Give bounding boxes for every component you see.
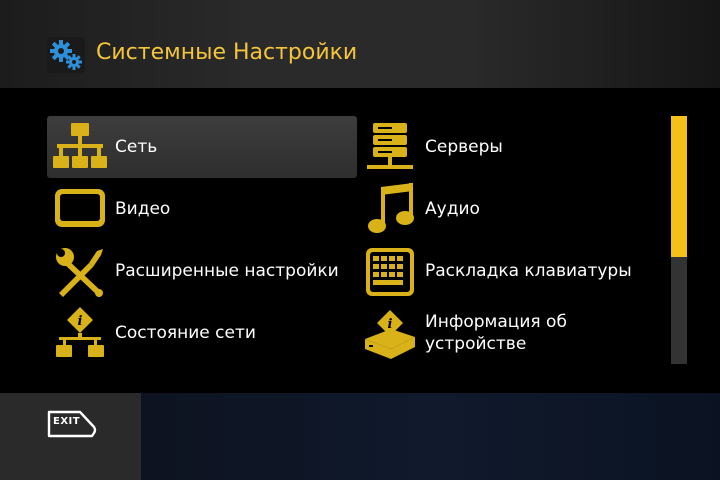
network-status-icon: i (53, 307, 107, 361)
menu-item-network-status[interactable]: i Состояние сети (47, 302, 357, 364)
menu-item-network[interactable]: Сеть (47, 116, 357, 178)
music-note-icon (363, 183, 417, 237)
header: Системные Настройки (0, 0, 720, 88)
menu-item-label: Информация об устройстве (425, 302, 567, 364)
menu-item-label: Аудио (425, 199, 480, 219)
svg-text:i: i (388, 317, 393, 332)
menu-item-label-line: Информация об (425, 312, 567, 332)
menu-item-audio[interactable]: Аудио (357, 178, 657, 240)
menu-item-label: Серверы (425, 137, 503, 157)
servers-icon (363, 121, 417, 175)
menu-item-label: Видео (115, 199, 171, 219)
svg-text:i: i (78, 314, 83, 329)
network-icon (53, 121, 107, 175)
footer: EXIT (0, 393, 720, 480)
menu-item-video[interactable]: Видео (47, 178, 357, 240)
menu-item-label: Расширенные настройки (115, 261, 339, 281)
exit-label: EXIT (53, 416, 81, 427)
menu-item-label-line: устройстве (425, 334, 527, 354)
menu-item-label: Сеть (115, 137, 158, 157)
page-title: Системные Настройки (96, 40, 358, 65)
scrollbar-thumb[interactable] (671, 116, 687, 257)
menu-item-device-info[interactable]: i Информация об устройстве (357, 302, 657, 364)
tools-icon (53, 245, 107, 299)
exit-key-icon[interactable]: EXIT (46, 409, 98, 439)
menu-item-servers[interactable]: Серверы (357, 116, 657, 178)
scrollbar[interactable] (671, 116, 687, 364)
tv-icon (53, 183, 107, 237)
menu-item-label: Состояние сети (115, 323, 256, 343)
menu-item-label: Раскладка клавиатуры (425, 261, 632, 281)
device-info-icon: i (363, 307, 417, 361)
exit-area: EXIT (0, 393, 141, 480)
menu-item-advanced-settings[interactable]: Расширенные настройки (47, 240, 357, 302)
keyboard-icon (363, 245, 417, 299)
gear-icon (47, 37, 85, 73)
menu-item-keyboard-layout[interactable]: Раскладка клавиатуры (357, 240, 657, 302)
